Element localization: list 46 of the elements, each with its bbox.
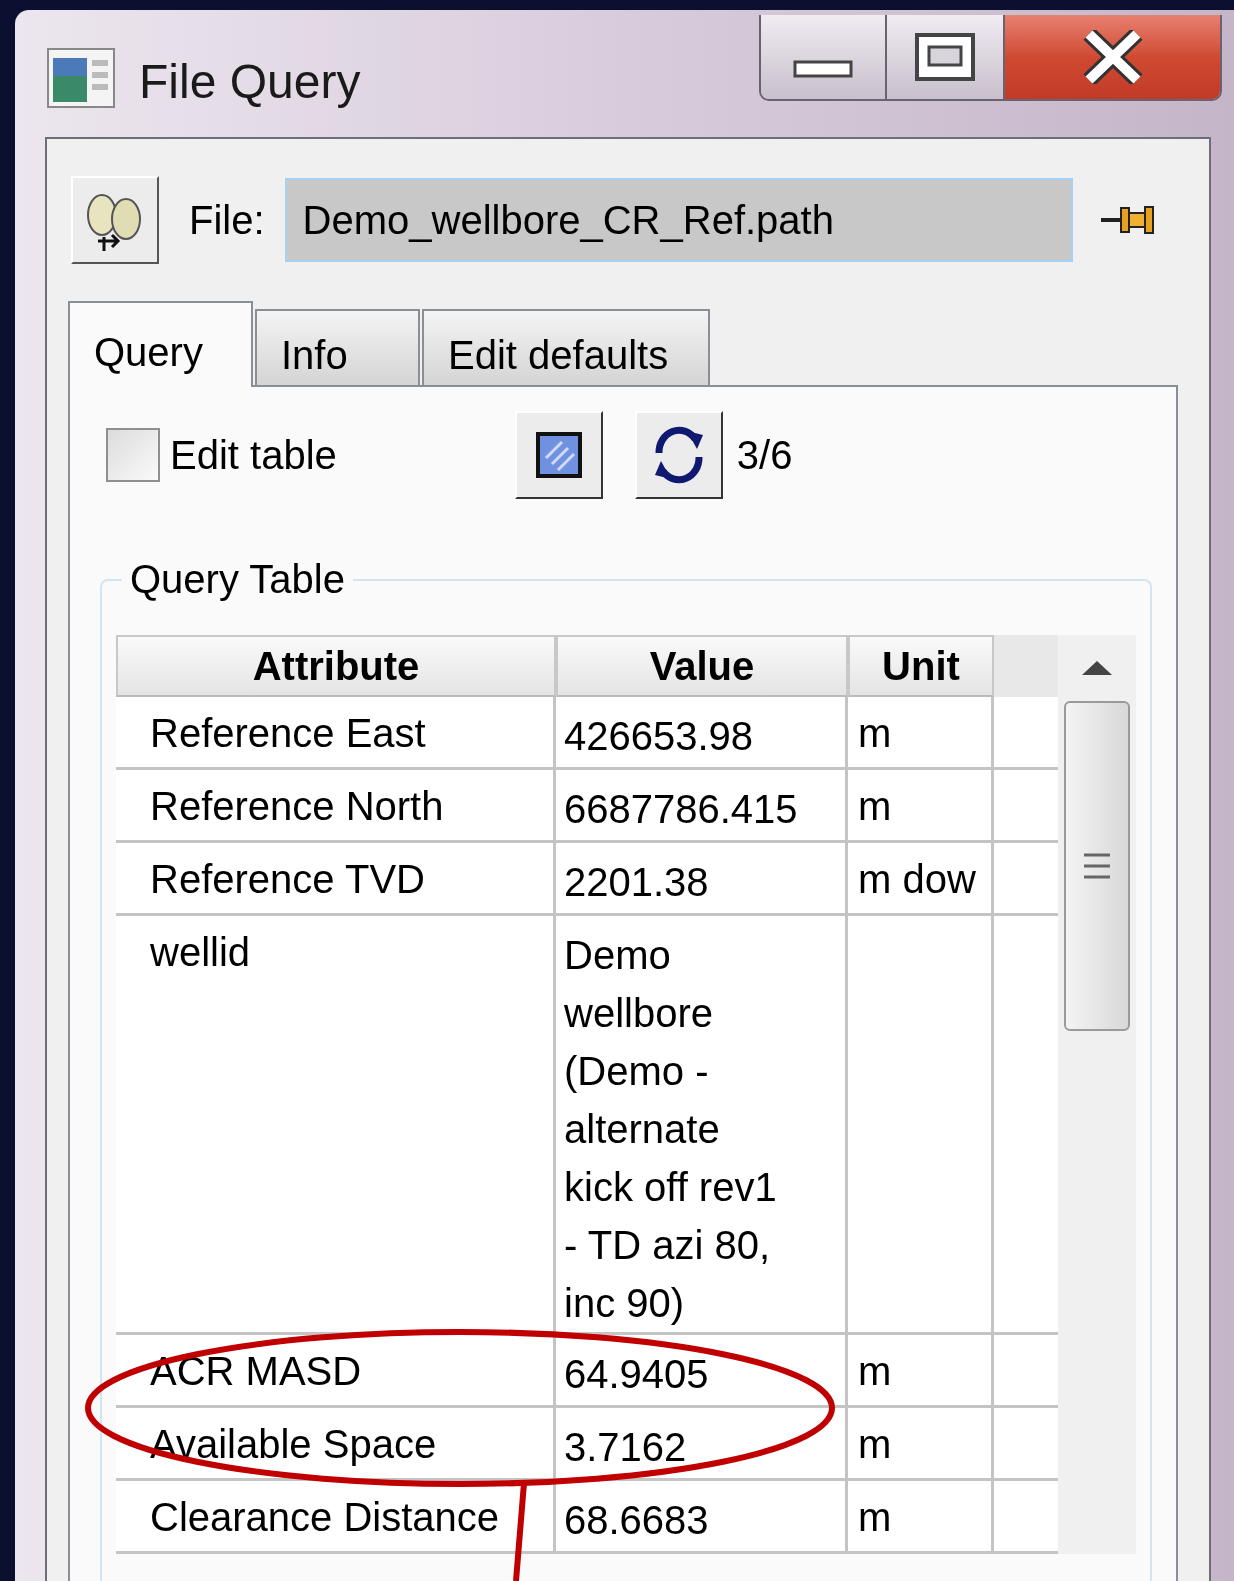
window-icon	[47, 48, 115, 108]
up-arrow-icon	[1082, 661, 1112, 675]
pin-icon[interactable]	[1098, 203, 1157, 237]
table-cell: 6687786.415	[556, 770, 848, 840]
table-cell: 426653.98	[556, 697, 848, 767]
file-label: File:	[189, 197, 265, 244]
table-cell: 3.7162	[556, 1408, 848, 1478]
tab[interactable]: Edit defaults	[422, 309, 710, 385]
open-file-button[interactable]	[71, 176, 159, 264]
column-header[interactable]: Value	[556, 635, 848, 697]
minimize-button[interactable]	[761, 15, 887, 99]
tab[interactable]: Query	[68, 301, 253, 387]
table-cell: m	[858, 1495, 892, 1539]
window-title: File Query	[139, 54, 361, 110]
table-cell: Available Space	[116, 1408, 556, 1478]
table-cell: Demo wellbore (Demo - alternate kick off rev1 - TD azi 80, inc 90)	[556, 916, 848, 1332]
column-header[interactable]: Attribute	[116, 635, 556, 697]
close-button[interactable]	[1005, 15, 1220, 99]
table-cell: m	[858, 1422, 892, 1466]
table-cell: 2201.38	[556, 843, 848, 913]
refresh-button[interactable]	[634, 411, 723, 499]
scrollbar-thumb[interactable]	[1064, 701, 1130, 1031]
table-cell: wellid	[116, 916, 556, 1332]
column-header[interactable]: Unit	[848, 635, 994, 697]
table-cell: m	[858, 784, 892, 828]
maximize-icon	[914, 32, 976, 82]
grip-icon	[1082, 851, 1112, 881]
checkbox[interactable]	[106, 428, 160, 482]
table-cell: m dow	[858, 857, 976, 901]
table-cell: 64.9405	[556, 1335, 848, 1405]
minimize-icon	[793, 60, 853, 78]
table-cell: Reference East	[116, 697, 556, 767]
tab[interactable]: Info	[255, 309, 420, 385]
table-cell: Reference North	[116, 770, 556, 840]
table-cell: m	[858, 1349, 892, 1393]
table-cell: Clearance Distance	[116, 1481, 556, 1551]
table-cell: Reference TVD	[116, 843, 556, 913]
table-cell: m	[858, 711, 892, 755]
table-cell: 68.6683	[556, 1481, 848, 1551]
hatched-square-icon	[535, 432, 582, 478]
checkbox-label: Edit table	[170, 432, 337, 479]
select-all-button[interactable]	[514, 411, 603, 499]
file-field[interactable]: Demo_wellbore_CR_Ref.path	[284, 178, 1073, 262]
close-icon	[1082, 30, 1143, 84]
maximize-button[interactable]	[887, 15, 1005, 99]
record-counter: 3/6	[736, 432, 793, 479]
